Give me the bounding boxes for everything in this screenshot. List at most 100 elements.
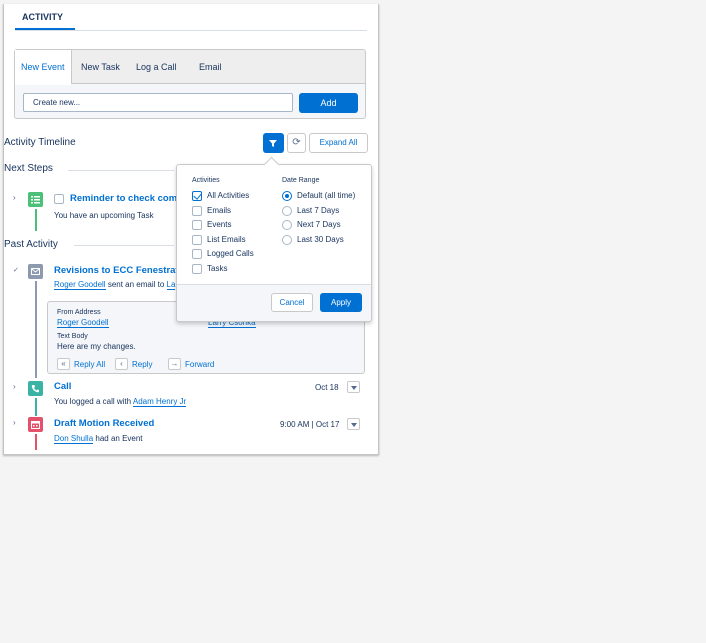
option-label: Default (all time) <box>297 191 356 200</box>
email-title-link[interactable]: Revisions to ECC Fenestration <box>54 265 193 276</box>
create-new-input[interactable]: Create new... <box>23 93 293 112</box>
forward-button[interactable]: → Forward <box>168 357 214 371</box>
reply-all-label: Reply All <box>74 359 106 369</box>
option-label: List Emails <box>207 235 246 244</box>
date-option-last-30-days[interactable]: Last 30 Days <box>282 234 344 245</box>
option-label: Last 30 Days <box>297 235 344 244</box>
from-address-link[interactable]: Roger Goodell <box>57 318 109 328</box>
filter-option-emails[interactable]: Emails <box>192 205 231 216</box>
filter-icon <box>269 140 277 147</box>
expand-all-button[interactable]: Expand All <box>309 133 368 153</box>
checkbox[interactable] <box>192 205 202 216</box>
checkbox[interactable] <box>192 248 202 259</box>
task-icon <box>28 192 43 207</box>
call-menu-button[interactable] <box>347 381 360 393</box>
chevron-right-icon[interactable]: › <box>13 193 16 202</box>
option-label: Next 7 Days <box>297 220 341 229</box>
task-checkbox[interactable] <box>54 194 64 204</box>
call-title-link[interactable]: Call <box>54 381 71 392</box>
next-steps-title: Next Steps <box>4 163 53 174</box>
chevron-down-icon[interactable]: ✓ <box>13 266 19 274</box>
activity-panel: ACTIVITY New Event New Task Log a Call E… <box>3 4 379 455</box>
filter-option-all-activities[interactable]: All Activities <box>192 190 249 201</box>
activity-composer: New Event New Task Log a Call Email Crea… <box>14 49 366 119</box>
forward-icon: → <box>168 358 181 370</box>
option-label: Emails <box>207 206 232 215</box>
event-subtext-label: had an Event <box>95 434 143 443</box>
radio-selected[interactable] <box>282 190 292 201</box>
reply-button[interactable]: ‹ Reply <box>115 357 152 371</box>
date-option-next-7-days[interactable]: Next 7 Days <box>282 219 341 230</box>
date-option-default[interactable]: Default (all time) <box>282 190 355 201</box>
recipient-link[interactable]: La <box>166 280 176 290</box>
timeline-connector <box>35 398 37 416</box>
tab-activity[interactable]: ACTIVITY <box>15 4 71 30</box>
call-subtext-label: You logged a call with <box>54 397 132 406</box>
checkbox[interactable] <box>192 219 202 230</box>
tab-new-task[interactable]: New Task <box>81 50 120 84</box>
call-subtext: You logged a call with Adam Henry Jr <box>54 397 187 407</box>
option-label: Tasks <box>207 264 228 273</box>
activities-heading: Activities <box>192 177 220 184</box>
cancel-button[interactable]: Cancel <box>271 293 313 312</box>
checkbox[interactable] <box>192 234 202 245</box>
call-icon <box>28 381 43 396</box>
filter-button[interactable] <box>263 133 284 153</box>
option-label: Logged Calls <box>207 249 254 258</box>
option-label: Last 7 Days <box>297 206 340 215</box>
filter-dropdown: Activities Date Range All Activities Ema… <box>176 164 372 322</box>
event-title-link[interactable]: Draft Motion Received <box>54 418 154 429</box>
text-body-value: Here are my changes. <box>57 342 136 351</box>
refresh-icon: ⟳ <box>292 137 301 148</box>
event-contact-link[interactable]: Don Shulla <box>54 434 94 444</box>
call-contact-link[interactable]: Adam Henry Jr <box>132 397 187 407</box>
radio[interactable] <box>282 219 292 230</box>
date-option-last-7-days[interactable]: Last 7 Days <box>282 205 339 216</box>
option-label: All Activities <box>207 191 250 200</box>
option-label: Events <box>207 220 232 229</box>
checkbox[interactable] <box>192 263 202 274</box>
timeline-connector <box>35 209 37 231</box>
from-address-label: From Address <box>57 309 101 316</box>
event-subtext: Don Shulla had an Event <box>54 434 143 444</box>
email-subtext-label: sent an email to <box>107 280 165 289</box>
filter-option-logged-calls[interactable]: Logged Calls <box>192 248 254 259</box>
filter-option-list-emails[interactable]: List Emails <box>192 234 246 245</box>
forward-label: Forward <box>185 359 215 369</box>
past-activity-divider <box>74 245 174 246</box>
event-datetime: 9:00 AM | Oct 17 <box>280 420 340 429</box>
filter-option-tasks[interactable]: Tasks <box>192 263 227 274</box>
past-activity-title: Past Activity <box>4 239 58 250</box>
add-button[interactable]: Add <box>299 93 358 113</box>
timeline-connector <box>35 434 37 450</box>
tab-email[interactable]: Email <box>199 50 222 84</box>
task-title-link[interactable]: Reminder to check comp <box>70 193 183 204</box>
call-date: Oct 18 <box>315 383 339 392</box>
chevron-right-icon[interactable]: › <box>13 382 16 391</box>
from-address-value: Roger Goodell <box>57 318 109 328</box>
tab-new-event[interactable]: New Event <box>15 50 72 85</box>
radio[interactable] <box>282 205 292 216</box>
composer-tab-bar: New Event New Task Log a Call Email <box>15 50 365 85</box>
email-subtext: Roger Goodell sent an email to La <box>54 280 176 290</box>
reply-all-button[interactable]: « Reply All <box>57 357 105 371</box>
checkbox-checked[interactable] <box>192 190 202 201</box>
date-range-heading: Date Range <box>282 177 320 184</box>
reply-label: Reply <box>132 359 153 369</box>
apply-button[interactable]: Apply <box>320 293 362 312</box>
next-steps-divider <box>68 170 174 171</box>
activity-timeline-title: Activity Timeline <box>4 137 76 148</box>
event-menu-button[interactable] <box>347 418 360 430</box>
tab-divider <box>15 30 367 31</box>
refresh-button[interactable]: ⟳ <box>287 133 306 153</box>
filter-option-events[interactable]: Events <box>192 219 231 230</box>
event-icon <box>28 417 43 432</box>
sender-link[interactable]: Roger Goodell <box>54 280 106 290</box>
timeline-connector <box>35 281 37 378</box>
dropdown-footer: Cancel Apply <box>177 284 371 321</box>
chevron-right-icon[interactable]: › <box>13 418 16 427</box>
radio[interactable] <box>282 234 292 245</box>
text-body-label: Text Body <box>57 333 88 340</box>
tab-log-a-call[interactable]: Log a Call <box>136 50 177 84</box>
reply-icon: ‹ <box>115 358 128 370</box>
